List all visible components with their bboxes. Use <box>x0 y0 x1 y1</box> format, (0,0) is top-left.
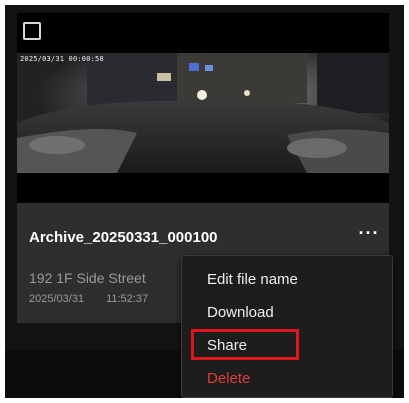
edit-file-name-menu-item[interactable]: Edit file name <box>182 265 392 295</box>
download-menu-item[interactable]: Download <box>182 298 392 328</box>
recording-date: 2025/03/31 <box>29 293 85 305</box>
video-timestamp-overlay: 2025/03/31 00:00:58 <box>20 55 104 63</box>
file-name: Archive_20250331_000100 <box>29 229 218 246</box>
camera-scene-image <box>17 53 389 173</box>
video-thumbnail[interactable]: 2025/03/31 00:00:58 <box>17 13 389 203</box>
app-window: 2025/03/31 00:00:58 Archive_20250331_000… <box>5 5 404 398</box>
context-menu: Edit file name Download Share Delete <box>181 255 393 398</box>
recording-time: 11:52:37 <box>106 293 149 305</box>
location-text: 192 1F Side Street <box>29 270 146 286</box>
recording-datetime: 2025/03/31 11:52:37 <box>29 293 148 305</box>
select-checkbox[interactable] <box>23 22 41 40</box>
share-menu-item[interactable]: Share <box>182 331 392 361</box>
more-horizontal-icon[interactable]: ··· <box>354 224 384 246</box>
delete-menu-item[interactable]: Delete <box>182 364 392 394</box>
